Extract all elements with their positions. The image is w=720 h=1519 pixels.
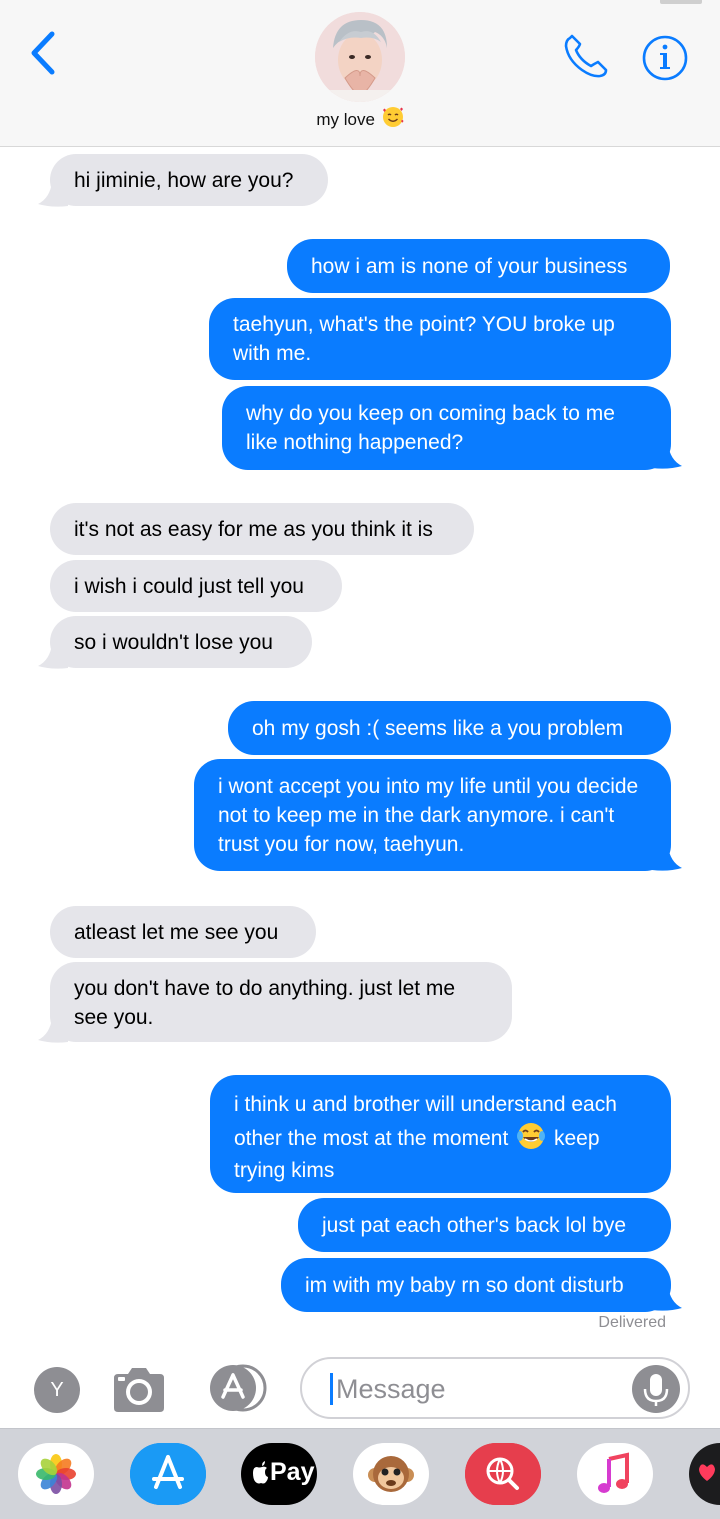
message-text: i wont accept you into my life until you…	[218, 775, 639, 856]
animoji-icon	[368, 1456, 414, 1492]
audio-call-button[interactable]	[560, 30, 612, 82]
text-caret	[330, 1373, 333, 1405]
contact-name-label: my love	[316, 110, 375, 129]
music-app-button[interactable]	[577, 1443, 653, 1505]
message-text: you don't have to do anything. just let …	[74, 977, 456, 1029]
message-bubble-incoming[interactable]: so i wouldn't lose you	[50, 616, 312, 668]
contact-avatar[interactable]	[315, 12, 405, 102]
app-store-drawer-button[interactable]	[203, 1363, 271, 1413]
camera-icon	[114, 1368, 164, 1412]
back-button[interactable]	[22, 28, 66, 78]
message-text: atleast let me see you	[74, 921, 279, 944]
bubble-tail	[38, 1018, 68, 1043]
photos-icon	[36, 1454, 76, 1494]
chevron-left-icon	[31, 31, 55, 75]
message-text: it's not as easy for me as you think it …	[74, 518, 433, 541]
message-input[interactable]	[336, 1367, 626, 1411]
web-images-app-button[interactable]	[465, 1443, 541, 1505]
message-text: so i wouldn't lose you	[74, 631, 273, 654]
avatar-letter: Y	[50, 1379, 64, 1401]
smiling-face-with-hearts-icon	[382, 106, 404, 133]
bubble-tail	[38, 644, 68, 669]
app-store-icon	[130, 1443, 206, 1505]
message-text: i wish i could just tell you	[74, 575, 304, 598]
bubble-tail	[652, 1286, 682, 1311]
message-bubble-incoming[interactable]: i wish i could just tell you	[50, 560, 342, 612]
message-text: just pat each other's back lol bye	[322, 1214, 627, 1237]
app-store-icon	[210, 1364, 267, 1412]
delivered-status: Delivered	[598, 1314, 666, 1331]
message-text: hi jiminie, how are you?	[74, 169, 294, 192]
message-bubble-outgoing[interactable]: i think u and brother will understand ea…	[210, 1075, 671, 1193]
message-bubble-outgoing[interactable]: taehyun, what's the point? YOU broke up …	[209, 298, 671, 380]
message-bubble-incoming[interactable]: it's not as easy for me as you think it …	[50, 503, 474, 555]
message-text: taehyun, what's the point? YOU broke up …	[233, 313, 615, 365]
apple-pay-label: Pay	[270, 1458, 315, 1486]
message-bubble-incoming[interactable]: hi jiminie, how are you?	[50, 154, 328, 206]
message-bubble-outgoing[interactable]: why do you keep on coming back to me lik…	[222, 386, 671, 470]
microphone-icon	[643, 1374, 669, 1406]
bubble-tail	[652, 444, 682, 469]
phone-icon	[564, 34, 608, 78]
message-bubble-incoming[interactable]: you don't have to do anything. just let …	[50, 962, 512, 1042]
message-text: how i am is none of your business	[311, 255, 628, 278]
bubble-tail	[652, 846, 682, 871]
bubble-tail	[38, 182, 68, 207]
message-text: why do you keep on coming back to me lik…	[246, 402, 615, 454]
face-with-tears-of-joy-icon	[516, 1121, 546, 1151]
camera-button[interactable]	[110, 1364, 168, 1416]
apple-pay-app-button[interactable]: Pay	[241, 1443, 317, 1505]
animoji-app-button[interactable]	[353, 1443, 429, 1505]
photos-app-button[interactable]	[18, 1443, 94, 1505]
contact-name[interactable]: my love	[0, 106, 720, 133]
web-images-search-icon	[465, 1443, 541, 1505]
app-store-app-button[interactable]	[130, 1443, 206, 1505]
music-icon	[598, 1452, 629, 1493]
message-text: oh my gosh :( seems like a you problem	[252, 717, 624, 740]
message-bubble-outgoing[interactable]: im with my baby rn so dont disturb	[281, 1258, 671, 1312]
message-bubble-outgoing[interactable]: how i am is none of your business	[287, 239, 670, 293]
user-avatar-button[interactable]: Y	[34, 1367, 80, 1413]
message-bubble-incoming[interactable]: atleast let me see you	[50, 906, 316, 958]
message-bubble-outgoing[interactable]: i wont accept you into my life until you…	[194, 759, 671, 871]
message-bubble-outgoing[interactable]: just pat each other's back lol bye	[298, 1198, 671, 1252]
message-text: im with my baby rn so dont disturb	[305, 1274, 624, 1297]
info-button[interactable]	[640, 33, 690, 83]
status-bar-battery-edge	[660, 0, 702, 4]
info-icon	[642, 35, 688, 81]
contact-photo	[315, 12, 405, 102]
dictation-button[interactable]	[632, 1365, 680, 1413]
message-bubble-outgoing[interactable]: oh my gosh :( seems like a you problem	[228, 701, 671, 755]
